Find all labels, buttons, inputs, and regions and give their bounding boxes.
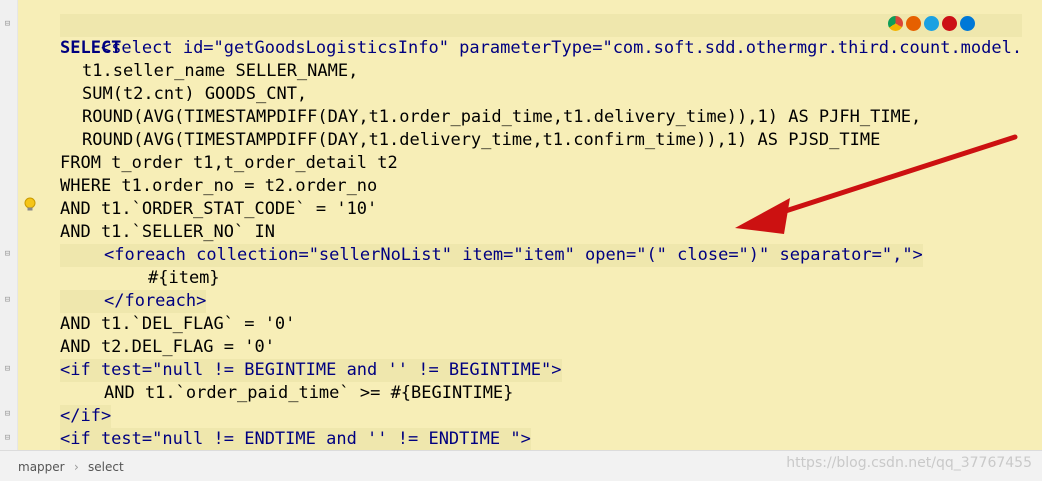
- code-editor[interactable]: <select id="getGoodsLogisticsInfo" param…: [18, 0, 1042, 450]
- breadcrumb-separator: ›: [74, 460, 79, 474]
- code-line[interactable]: <if test="null != ENDTIME and '' != ENDT…: [60, 428, 531, 450]
- code-line[interactable]: AND t1.`ORDER_STAT_CODE` = '10': [60, 198, 377, 221]
- code-text: AND t1.`DEL_FLAG` = '0': [60, 314, 296, 334]
- browser-preview-icons: [888, 16, 975, 31]
- code-text: ROUND(AVG(TIMESTAMPDIFF(DAY,t1.order_pai…: [82, 107, 922, 127]
- code-text: ROUND(AVG(TIMESTAMPDIFF(DAY,t1.delivery_…: [82, 130, 881, 150]
- code-line[interactable]: WHERE t1.order_no = t2.order_no: [60, 175, 377, 198]
- code-line[interactable]: #{item}: [60, 267, 220, 290]
- ie-icon[interactable]: [924, 16, 939, 31]
- code-line[interactable]: t1.seller_name SELLER_NAME,: [60, 60, 358, 83]
- fold-marker-icon[interactable]: ⊟: [3, 296, 12, 305]
- watermark: https://blog.csdn.net/qq_37767455: [786, 455, 1032, 471]
- fold-marker-icon[interactable]: ⊟: [3, 410, 12, 419]
- fold-marker-icon[interactable]: ⊟: [3, 20, 12, 29]
- fold-marker-icon[interactable]: ⊟: [3, 250, 12, 259]
- breadcrumb-item[interactable]: mapper: [18, 460, 65, 474]
- code-line[interactable]: SELECT: [60, 37, 121, 60]
- code-text: WHERE t1.order_no = t2.order_no: [60, 176, 378, 196]
- firefox-icon[interactable]: [906, 16, 921, 31]
- code-line[interactable]: <select id="getGoodsLogisticsInfo" param…: [60, 14, 1023, 58]
- lightbulb-icon[interactable]: [23, 197, 37, 213]
- code-text: </if>: [60, 406, 112, 426]
- code-text: AND t1.`order_paid_time` >= #{BEGINTIME}: [104, 383, 514, 403]
- code-text: <if test="null != ENDTIME and '' != ENDT…: [60, 429, 531, 449]
- code-text: #{item}: [148, 268, 220, 288]
- code-line[interactable]: AND t1.`order_paid_time` >= #{BEGINTIME}: [60, 382, 513, 405]
- code-line[interactable]: AND t2.DEL_FLAG = '0': [60, 336, 275, 359]
- code-line[interactable]: ROUND(AVG(TIMESTAMPDIFF(DAY,t1.order_pai…: [60, 106, 921, 129]
- fold-marker-icon[interactable]: ⊟: [3, 434, 12, 443]
- code-line[interactable]: </if>: [60, 405, 112, 428]
- edge-icon[interactable]: [960, 16, 975, 31]
- fold-marker-icon[interactable]: ⊟: [3, 365, 12, 374]
- code-text: SUM(t2.cnt) GOODS_CNT,: [82, 84, 308, 104]
- code-text: <if test="null != BEGINTIME and '' != BE…: [60, 360, 562, 380]
- code-text: AND t1.`ORDER_STAT_CODE` = '10': [60, 199, 378, 219]
- code-text: AND t1.`SELLER_NO` IN: [60, 222, 275, 242]
- opera-icon[interactable]: [942, 16, 957, 31]
- code-line[interactable]: </foreach>: [60, 290, 207, 313]
- code-line[interactable]: AND t1.`DEL_FLAG` = '0': [60, 313, 295, 336]
- breadcrumb-item[interactable]: select: [88, 460, 124, 474]
- code-line[interactable]: FROM t_order t1,t_order_detail t2: [60, 152, 398, 175]
- code-text: </foreach>: [104, 291, 207, 311]
- code-text: <select id="getGoodsLogisticsInfo" param…: [100, 38, 1023, 58]
- code-line[interactable]: AND t1.`SELLER_NO` IN: [60, 221, 275, 244]
- chrome-icon[interactable]: [888, 16, 903, 31]
- code-text: <foreach collection="sellerNoList" item=…: [104, 245, 923, 265]
- code-text: t1.seller_name SELLER_NAME,: [82, 61, 359, 81]
- status-bar: mapper › select https://blog.csdn.net/qq…: [0, 450, 1042, 481]
- code-text: AND t2.DEL_FLAG = '0': [60, 337, 275, 357]
- code-line[interactable]: <if test="null != BEGINTIME and '' != BE…: [60, 359, 562, 382]
- code-line[interactable]: SUM(t2.cnt) GOODS_CNT,: [60, 83, 307, 106]
- code-text: FROM t_order t1,t_order_detail t2: [60, 153, 398, 173]
- code-line[interactable]: <foreach collection="sellerNoList" item=…: [60, 244, 923, 267]
- code-line[interactable]: ROUND(AVG(TIMESTAMPDIFF(DAY,t1.delivery_…: [60, 129, 880, 152]
- editor-gutter: ⊟ ⊟ ⊟ ⊟ ⊟ ⊟: [0, 0, 18, 450]
- code-text: SELECT: [60, 38, 122, 58]
